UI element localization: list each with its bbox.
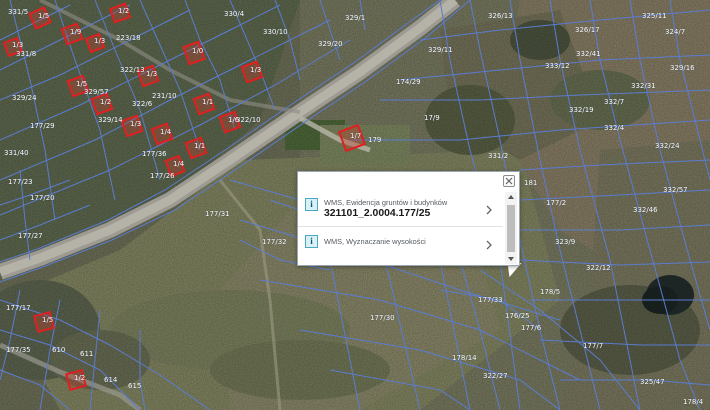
parcel-number-label: 329/20: [318, 40, 343, 48]
parcel-number-label: 181: [524, 179, 537, 187]
parcel-number-label: 177/2: [546, 199, 566, 207]
scroll-thumb[interactable]: [507, 205, 515, 252]
parcel-number-label: 177/32: [262, 238, 287, 246]
parcel-number-label: 177/6: [521, 324, 542, 332]
parcel-number-label: 322/10: [236, 116, 261, 124]
parcel-number-label: 331/40: [4, 149, 29, 157]
building-number-label: 1/1: [194, 142, 205, 150]
parcel-number-label: 177/31: [205, 210, 230, 218]
info-icon: i: [305, 198, 318, 211]
parcel-number-label: 332/7: [604, 98, 624, 106]
building-number-label: 1/5: [42, 316, 53, 324]
chevron-right-icon[interactable]: [485, 205, 493, 215]
parcel-number-label: 329/14: [98, 116, 123, 124]
scroll-up-arrow[interactable]: [508, 195, 514, 199]
layer-name: WMS, Wyznaczanie wysokości: [324, 237, 426, 246]
parcel-number-label: 326/17: [575, 26, 600, 34]
building-number-label: 1/5: [76, 80, 87, 88]
close-icon: [505, 177, 513, 185]
building-number-label: 1/2: [100, 98, 111, 106]
building-number-label: 1/9: [70, 28, 81, 36]
result-row-cadastre[interactable]: i WMS, Ewidencja gruntów i budynków 3211…: [298, 190, 503, 227]
parcel-number-label: 330/10: [263, 28, 288, 36]
parcel-number-label: 322/12: [586, 264, 611, 272]
building-number-label: 1/7: [350, 132, 361, 140]
parcel-number-label: 177/7: [583, 342, 603, 350]
result-row-height[interactable]: i WMS, Wyznaczanie wysokości: [298, 230, 503, 260]
parcel-number-label: 332/4: [604, 124, 625, 132]
parcel-number-label: 177/35: [6, 346, 31, 354]
parcel-number-label: 178/14: [452, 354, 477, 362]
parcel-number-label: 614: [104, 376, 118, 384]
parcel-number-label: 177/17: [6, 304, 31, 312]
chevron-right-icon[interactable]: [485, 240, 493, 250]
parcel-number-label: 615: [128, 382, 141, 390]
parcel-number-label: 177/23: [8, 178, 33, 186]
parcel-number-label: 174/29: [396, 78, 421, 86]
building-number-label: 1/0: [192, 47, 203, 55]
parcel-number-label: 332/57: [663, 186, 688, 194]
parcel-number-label: 322/6: [132, 100, 153, 108]
building-number-label: 1/3: [146, 70, 157, 78]
building-number-label: 1/3: [250, 66, 261, 74]
parcel-number-label: 325/47: [640, 378, 665, 386]
parcel-number-label: 329/57: [84, 88, 109, 96]
parcel-number-label: 178/5: [540, 288, 560, 296]
parcel-number-label: 332/19: [569, 106, 594, 114]
building-number-label: 1/6: [228, 116, 240, 124]
parcel-number-label: 177/30: [370, 314, 395, 322]
parcel-number-label: 179: [368, 136, 381, 144]
parcel-number-label: 332/41: [576, 50, 601, 58]
parcel-number-label: 611: [80, 350, 93, 358]
building-number-label: 1/3: [12, 41, 23, 49]
close-button[interactable]: [503, 175, 515, 187]
parcel-number-label: 177/20: [30, 194, 55, 202]
parcel-number-label: 331/2: [488, 152, 508, 160]
building-number-label: 1/5: [38, 12, 49, 20]
building-number-label: 1/2: [118, 7, 129, 15]
parcel-number-label: 177/26: [150, 172, 175, 180]
layer-name: WMS, Ewidencja gruntów i budynków: [324, 198, 448, 207]
parcel-number-label: 332/24: [655, 142, 680, 150]
parcel-number-label: 331/8: [16, 50, 36, 58]
parcel-number-label: 223/18: [116, 34, 141, 42]
parcel-number-label: 323/9: [555, 238, 575, 246]
parcel-number-label: 329/24: [12, 94, 37, 102]
parcel-number-label: 333/12: [545, 62, 570, 70]
parcel-number-label: 231/10: [152, 92, 177, 100]
parcel-number-label: 325/11: [642, 12, 667, 20]
parcel-identifier: 321101_2.0004.177/25: [324, 208, 431, 219]
building-number-label: 1/3: [94, 37, 105, 45]
parcel-number-label: 322/13: [120, 66, 145, 74]
parcel-number-label: 17/9: [424, 114, 440, 122]
scroll-down-arrow[interactable]: [508, 257, 514, 261]
parcel-number-label: 610: [52, 346, 65, 354]
parcel-number-label: 177/36: [142, 150, 167, 158]
building-number-label: 1/4: [173, 160, 185, 168]
parcel-number-label: 176/25: [505, 312, 530, 320]
building-number-label: 1/4: [160, 128, 172, 136]
building-number-label: 1/3: [130, 120, 141, 128]
parcel-number-label: 332/31: [631, 82, 656, 90]
parcel-number-label: 322/27: [483, 372, 508, 380]
parcel-number-label: 324/7: [665, 28, 685, 36]
parcel-number-label: 330/4: [224, 10, 245, 18]
parcel-number-label: 177/33: [478, 296, 503, 304]
parcel-number-label: 331/5: [8, 8, 28, 16]
parcel-number-label: 326/13: [488, 12, 513, 20]
parcel-number-label: 177/27: [18, 232, 43, 240]
parcel-number-label: 329/16: [670, 64, 695, 72]
building-number-label: 1/1: [202, 98, 213, 106]
popup-scrollbar[interactable]: [505, 192, 517, 264]
parcel-number-label: 329/1: [345, 14, 365, 22]
info-icon: i: [305, 235, 318, 248]
parcel-number-label: 177/29: [30, 122, 55, 130]
building-number-label: 1/2: [74, 374, 85, 382]
parcel-number-label: 332/46: [633, 206, 658, 214]
parcel-number-label: 178/4: [683, 398, 704, 406]
parcel-number-label: 329/11: [428, 46, 453, 54]
feature-info-popup: i WMS, Ewidencja gruntów i budynków 3211…: [297, 171, 520, 266]
